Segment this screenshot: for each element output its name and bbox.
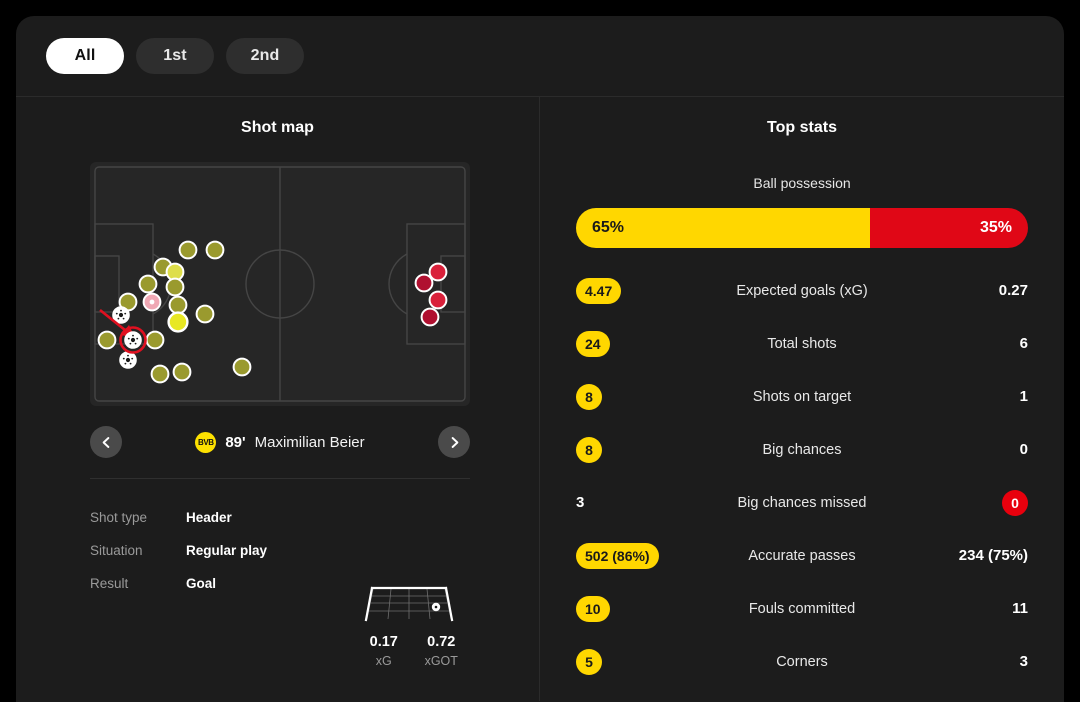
- possession-bar: 65% 35%: [576, 208, 1028, 248]
- stat-row: 5 Corners 3: [576, 635, 1028, 688]
- stat-home-value: 502 (86%): [576, 542, 686, 569]
- stat-name: Big chances: [762, 441, 842, 458]
- stat-name: Expected goals (xG): [736, 282, 868, 299]
- ball-possession-label: Ball possession: [753, 175, 851, 191]
- situation-label: Situation: [90, 543, 143, 558]
- stat-plain-value: 6: [1019, 335, 1028, 352]
- xgot-cell: 0.72 xGOT: [413, 634, 471, 668]
- stat-row: 4.47 Expected goals (xG) 0.27: [576, 264, 1028, 317]
- stat-row: 502 (86%) Accurate passes 234 (75%): [576, 529, 1028, 582]
- stat-away-value: 3: [918, 653, 1028, 670]
- selected-shot-label: BVB 89' Maximilian Beier: [195, 431, 365, 453]
- shot-dots-layer: [97, 240, 448, 384]
- xgot-value: 0.72: [427, 634, 456, 650]
- stat-plain-value: 3: [576, 494, 585, 511]
- detail-row-situation: Situation Regular play: [90, 534, 470, 567]
- tab-2nd-half[interactable]: 2nd: [226, 38, 304, 74]
- stat-badge-yellow: 5: [576, 648, 602, 675]
- xg-cell: 0.17 xG: [355, 634, 413, 668]
- stat-away-value: 11: [918, 600, 1028, 617]
- pitch[interactable]: [90, 162, 470, 406]
- stat-badge-yellow: 502 (86%): [576, 542, 659, 569]
- next-shot-button[interactable]: [438, 426, 470, 458]
- stat-plain-value: 0.27: [998, 282, 1028, 299]
- stat-badge-yellow: 10: [576, 595, 610, 622]
- stat-name: Total shots: [767, 335, 837, 352]
- stat-row: 8 Shots on target 1: [576, 370, 1028, 423]
- stat-away-value: 0.27: [918, 282, 1028, 299]
- stat-plain-value: 1: [1019, 388, 1028, 405]
- shot-minute: 89': [225, 433, 246, 451]
- stat-badge-yellow: 8: [576, 383, 602, 410]
- stat-name: Shots on target: [752, 388, 852, 405]
- stat-badge-red: 0: [1002, 489, 1028, 516]
- shot-navigation: BVB 89' Maximilian Beier: [90, 422, 470, 462]
- stat-name: Corners: [776, 653, 828, 670]
- stat-away-value: 0: [918, 441, 1028, 458]
- stat-home-value: 5: [576, 648, 686, 675]
- stat-away-value: 6: [918, 335, 1028, 352]
- possession-away-value: 35%: [869, 208, 1028, 248]
- stat-home-value: 8: [576, 383, 686, 410]
- result-label: Result: [90, 576, 129, 591]
- tab-all[interactable]: All: [46, 38, 124, 74]
- result-value: Goal: [186, 576, 217, 591]
- stat-plain-value: 11: [1012, 600, 1028, 617]
- shot-player-name: Maximilian Beier: [254, 433, 365, 451]
- shot-details-divider: [90, 478, 470, 479]
- chevron-left-icon: [102, 436, 109, 448]
- stat-badge-yellow: 24: [576, 330, 610, 357]
- xg-values: 0.17 xG 0.72 xGOT: [355, 634, 470, 668]
- tab-1st-half[interactable]: 1st: [136, 38, 214, 74]
- stat-home-value: 10: [576, 595, 686, 622]
- goal-net-icon: [364, 586, 453, 622]
- top-stats-panel: Top stats Ball possession 65% 35% 4.47 Ex…: [540, 97, 1064, 701]
- xg-label: xG: [375, 654, 392, 668]
- match-stats-card: All 1st 2nd Shot map BVB 89' Maximilian …: [16, 16, 1064, 702]
- shot-dot-group-home: [97, 240, 252, 384]
- stat-row: 10 Fouls committed 11: [576, 582, 1028, 635]
- stat-row: 8 Big chances 0: [576, 423, 1028, 476]
- stat-name: Big chances missed: [737, 494, 867, 511]
- stat-home-value: 3: [576, 494, 686, 511]
- stat-home-value: 24: [576, 330, 686, 357]
- stat-plain-value: 234 (75%): [958, 547, 1028, 564]
- shot-map-title: Shot map: [241, 119, 314, 136]
- xg-value: 0.17: [369, 634, 398, 650]
- card-body: Shot map BVB 89' Maximilian Beier Shot t…: [16, 97, 1064, 701]
- stat-plain-value: 0: [1019, 441, 1028, 458]
- situation-value: Regular play: [186, 543, 268, 558]
- goal-placement: 0.17 xG 0.72 xGOT: [355, 583, 470, 668]
- shot-details: Shot type Header Situation Regular play …: [90, 501, 470, 668]
- period-tabbar: All 1st 2nd: [16, 16, 1064, 97]
- shot-type-label: Shot type: [90, 510, 148, 525]
- possession-home-value: 65%: [576, 208, 870, 248]
- stat-name: Fouls committed: [748, 600, 856, 617]
- shot-dot-group-away: [414, 262, 448, 327]
- prev-shot-button[interactable]: [90, 426, 122, 458]
- stat-badge-yellow: 8: [576, 436, 602, 463]
- xgot-label: xGOT: [424, 654, 458, 668]
- stat-away-value: 1: [918, 388, 1028, 405]
- stat-badge-yellow: 4.47: [576, 277, 622, 304]
- top-stats-title: Top stats: [767, 119, 837, 136]
- shot-type-value: Header: [186, 510, 232, 525]
- stat-row: 24 Total shots 6: [576, 317, 1028, 370]
- chevron-right-icon: [451, 436, 458, 448]
- detail-row-shot-type: Shot type Header: [90, 501, 470, 534]
- team-crest-icon: BVB: [195, 431, 217, 453]
- stat-row: 3 Big chances missed 0: [576, 476, 1028, 529]
- stat-plain-value: 3: [1019, 653, 1028, 670]
- stat-home-value: 4.47: [576, 277, 686, 304]
- stat-home-value: 8: [576, 436, 686, 463]
- stat-name: Accurate passes: [748, 547, 856, 564]
- shot-map-panel: Shot map BVB 89' Maximilian Beier Shot t…: [16, 97, 540, 701]
- stat-away-value: 234 (75%): [918, 547, 1028, 564]
- stats-list: 4.47 Expected goals (xG) 0.27 24 Total shots…: [576, 264, 1028, 688]
- stat-away-value: 0: [918, 489, 1028, 516]
